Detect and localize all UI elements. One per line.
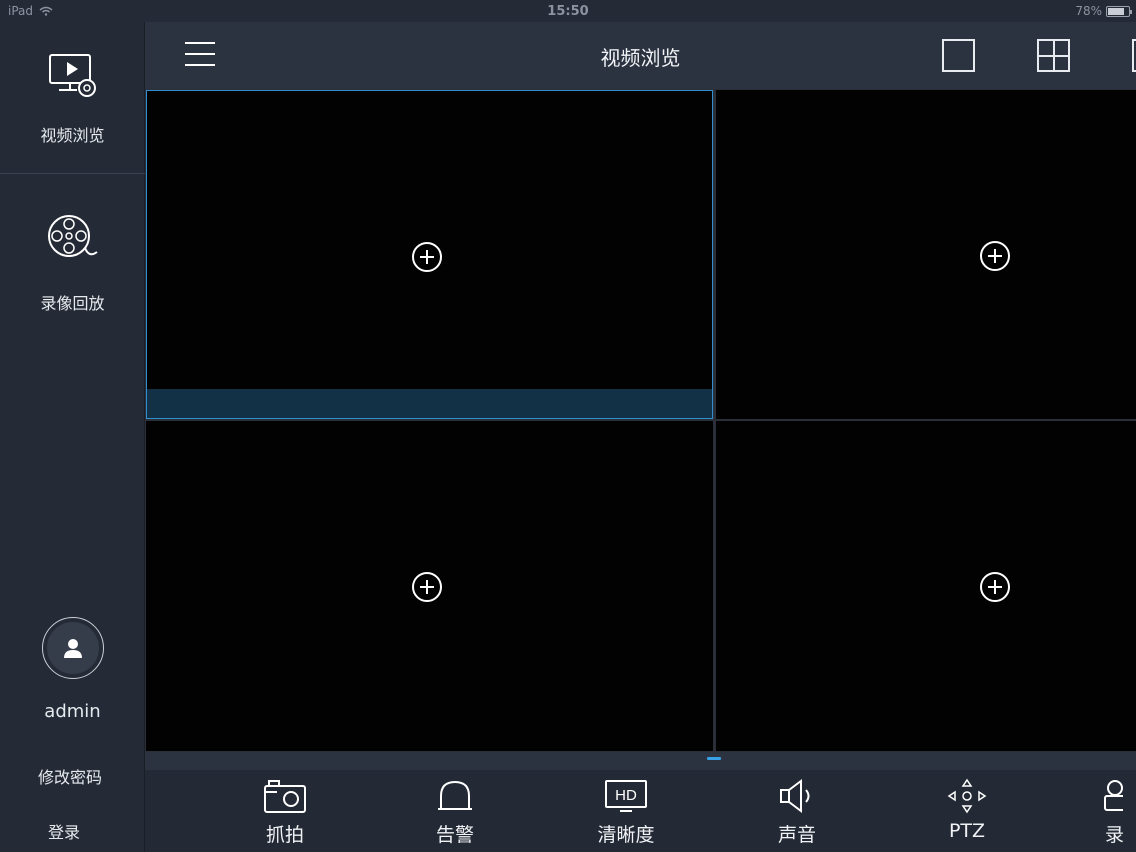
app-window: iPad 15:50 78% 视频浏览 录像回放 admin 修改密码 登录 视… xyxy=(0,0,1136,852)
battery-percent: 78% xyxy=(1075,4,1102,18)
toolbar-label: 抓拍 xyxy=(265,824,304,846)
sidebar-item-label: 录像回放 xyxy=(40,294,105,313)
bottom-toolbar: 抓拍 告警 HD 清晰度 声音 PTZ 录 xyxy=(145,770,1136,852)
add-camera-icon[interactable] xyxy=(980,241,1010,271)
toolbar-label: 录 xyxy=(1105,824,1125,846)
alarm-siren-icon xyxy=(438,780,472,810)
layout-nine-icon[interactable] xyxy=(1132,39,1136,72)
battery-indicator: 78% xyxy=(1075,4,1132,18)
add-camera-icon[interactable] xyxy=(980,572,1010,602)
layout-quad-icon[interactable] xyxy=(1037,39,1070,72)
user-profile: admin xyxy=(0,617,145,722)
ptz-button[interactable]: PTZ xyxy=(917,778,1017,842)
toolbar-label: 清晰度 xyxy=(597,824,655,846)
hd-icon: HD xyxy=(605,780,647,812)
monitor-play-icon xyxy=(48,54,96,97)
sidebar-item-playback[interactable]: 录像回放 xyxy=(0,212,145,332)
add-camera-icon[interactable] xyxy=(412,242,442,272)
battery-fill xyxy=(1108,7,1124,15)
video-cell-4[interactable] xyxy=(716,421,1136,751)
camera-icon xyxy=(264,780,306,813)
resolution-button[interactable]: HD 清晰度 xyxy=(576,778,676,847)
hamburger-menu-icon[interactable] xyxy=(185,42,215,68)
login-link[interactable]: 登录 xyxy=(0,819,128,843)
header-bar: 视频浏览 xyxy=(145,22,1136,89)
film-reel-icon xyxy=(47,215,98,257)
drawer-handle[interactable] xyxy=(707,757,721,760)
user-avatar-icon xyxy=(63,639,82,658)
toolbar-label: PTZ xyxy=(948,820,986,842)
record-icon xyxy=(1104,780,1123,811)
page-title: 视频浏览 xyxy=(600,46,681,70)
alarm-button[interactable]: 告警 xyxy=(405,778,505,847)
avatar[interactable] xyxy=(41,617,104,679)
change-password-link[interactable]: 修改密码 xyxy=(0,764,140,788)
status-bar: iPad 15:50 78% xyxy=(0,0,1136,22)
ptz-directions-icon xyxy=(947,778,987,814)
hd-badge: HD xyxy=(615,787,637,804)
video-cell-2[interactable] xyxy=(716,90,1136,419)
video-cell-1[interactable] xyxy=(146,90,713,419)
selected-cell-info-bar xyxy=(147,389,712,418)
battery-icon xyxy=(1106,5,1132,17)
record-button[interactable]: 录 xyxy=(1093,778,1136,847)
audio-button[interactable]: 声音 xyxy=(747,778,847,847)
video-grid xyxy=(145,89,1136,752)
toolbar-label: 声音 xyxy=(777,824,816,846)
status-time: 15:50 xyxy=(547,4,589,19)
toolbar-label: 告警 xyxy=(435,824,474,846)
username: admin xyxy=(44,701,101,722)
video-cell-3[interactable] xyxy=(146,421,713,751)
add-camera-icon[interactable] xyxy=(412,572,442,602)
toolbar-drawer xyxy=(145,752,1136,770)
sidebar-item-live-view[interactable]: 视频浏览 xyxy=(0,50,145,174)
snapshot-button[interactable]: 抓拍 xyxy=(235,778,335,847)
sidebar: 视频浏览 录像回放 admin 修改密码 登录 xyxy=(0,22,145,852)
speaker-icon xyxy=(780,779,810,813)
sidebar-item-label: 视频浏览 xyxy=(40,126,105,145)
layout-single-icon[interactable] xyxy=(942,39,975,72)
